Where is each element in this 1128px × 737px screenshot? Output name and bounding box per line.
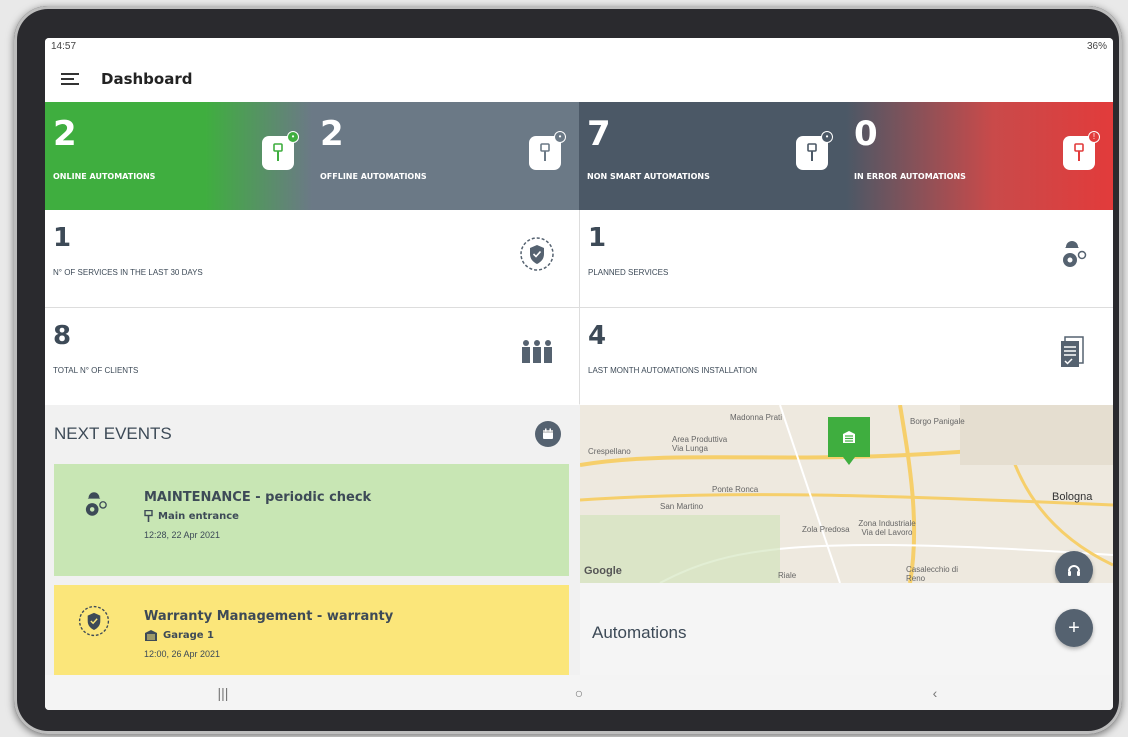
key-icon [144,510,153,522]
automations-title: Automations [592,623,687,642]
worker-gear-icon [85,492,107,516]
tile-label: OFFLINE AUTOMATIONS [320,172,427,181]
non-smart-status-icon: • [821,131,833,143]
garage-icon [843,431,855,443]
shield-badge-icon [78,605,110,637]
map-view[interactable]: Madonna Prati Borgo Panigale Area Produt… [580,405,1113,583]
tablet-screen: 14:57 36% Dashboard 2 ONLINE AUTOMATIONS… [45,38,1113,710]
support-button[interactable] [1055,551,1093,583]
stat-value: 8 [53,321,72,351]
event-location-label: Garage 1 [163,629,215,641]
documents-icon [1061,336,1084,367]
next-events-panel: NEXT EVENTS MAINTENANCE - periodic check… [45,405,579,675]
stat-label: PLANNED SERVICES [588,268,669,277]
automations-panel: Automations + [580,583,1113,675]
map-label: Zola Predosa [802,525,850,534]
tile-label: IN ERROR AUTOMATIONS [854,172,966,181]
app-bar: Dashboard [45,56,1113,102]
map-label: Ponte Ronca [712,485,759,494]
stats-grid: 1 N° OF SERVICES IN THE LAST 30 DAYS 1 P… [45,210,1113,405]
stat-value: 1 [53,223,72,253]
status-battery: 36% [1086,41,1107,52]
calendar-icon [543,428,553,439]
stat-label: N° OF SERVICES IN THE LAST 30 DAYS [53,268,203,277]
people-icon [522,340,552,363]
event-time: 12:28, 22 Apr 2021 [144,530,221,540]
event-card[interactable]: Warranty Management - warranty Garage 1 … [54,585,569,675]
add-automation-button[interactable]: + [1055,609,1093,647]
map-label: Area Produttiva Via Lunga [672,435,728,453]
event-title: MAINTENANCE - periodic check [144,490,372,505]
map-label: Casalecchio di Reno [906,565,959,583]
page-title: Dashboard [101,70,193,88]
tile-error-automations[interactable]: 0 IN ERROR AUTOMATIONS ! [846,102,1113,210]
home-icon[interactable]: ○ [559,685,599,701]
event-location-label: Main entrance [158,510,239,522]
stat-total-clients[interactable]: 8 TOTAL N° OF CLIENTS [45,308,579,405]
next-events-header: NEXT EVENTS [45,405,579,463]
system-nav-bar: ||| ○ ‹ [45,675,1113,710]
map-label: Crespellano [588,447,631,456]
online-status-icon: • [287,131,299,143]
map-attribution: Google [584,565,622,577]
error-status-icon: ! [1088,131,1100,143]
map-label: Borgo Panigale [910,417,965,426]
calendar-button[interactable] [535,421,561,447]
plus-icon: + [1068,616,1080,639]
map-label: Riale [778,571,797,580]
status-time: 14:57 [51,41,77,52]
map-label: San Martino [660,502,704,511]
headset-icon [1068,565,1080,576]
stat-value: 1 [588,223,607,253]
stat-services-last-30-days[interactable]: 1 N° OF SERVICES IN THE LAST 30 DAYS [45,210,579,307]
recent-apps-icon[interactable]: ||| [203,685,243,701]
tile-non-smart-automations[interactable]: 7 NON SMART AUTOMATIONS • [579,102,846,210]
key-icon: ! [1063,131,1100,170]
tile-label: NON SMART AUTOMATIONS [587,172,710,181]
stat-last-month-installations[interactable]: 4 LAST MONTH AUTOMATIONS INSTALLATION [580,308,1113,405]
back-icon[interactable]: ‹ [915,685,955,701]
stat-label: LAST MONTH AUTOMATIONS INSTALLATION [588,366,758,375]
garage-icon [145,630,157,641]
event-card[interactable]: MAINTENANCE - periodic check Main entran… [54,464,569,576]
map-label: Madonna Prati [730,413,783,422]
key-icon: • [262,131,299,170]
tile-label: ONLINE AUTOMATIONS [53,172,156,181]
event-time: 12:00, 26 Apr 2021 [144,649,221,659]
menu-icon[interactable] [61,73,79,85]
event-title: Warranty Management - warranty [144,609,394,624]
status-bar: 14:57 36% [45,38,1113,56]
shield-badge-icon [520,237,554,271]
key-icon: • [796,131,833,170]
next-events-title: NEXT EVENTS [54,424,172,443]
map-city-label: Bologna [1052,491,1093,503]
tile-online-automations[interactable]: 2 ONLINE AUTOMATIONS • [45,102,312,210]
event-location: Garage 1 [144,629,569,641]
tile-offline-automations[interactable]: 2 OFFLINE AUTOMATIONS • [312,102,579,210]
stat-planned-services[interactable]: 1 PLANNED SERVICES [580,210,1113,307]
stat-label: TOTAL N° OF CLIENTS [53,366,139,375]
event-location: Main entrance [144,510,569,522]
automation-tiles: 2 ONLINE AUTOMATIONS • 2 OFFLINE AUTOMAT… [45,102,1113,210]
map-label: Zona Industriale Via del Lavoro [858,519,916,537]
key-icon: • [529,131,566,170]
stat-value: 4 [588,321,607,351]
map-pin[interactable] [828,417,870,465]
offline-status-icon: • [554,131,566,143]
worker-gear-icon [1063,241,1087,267]
